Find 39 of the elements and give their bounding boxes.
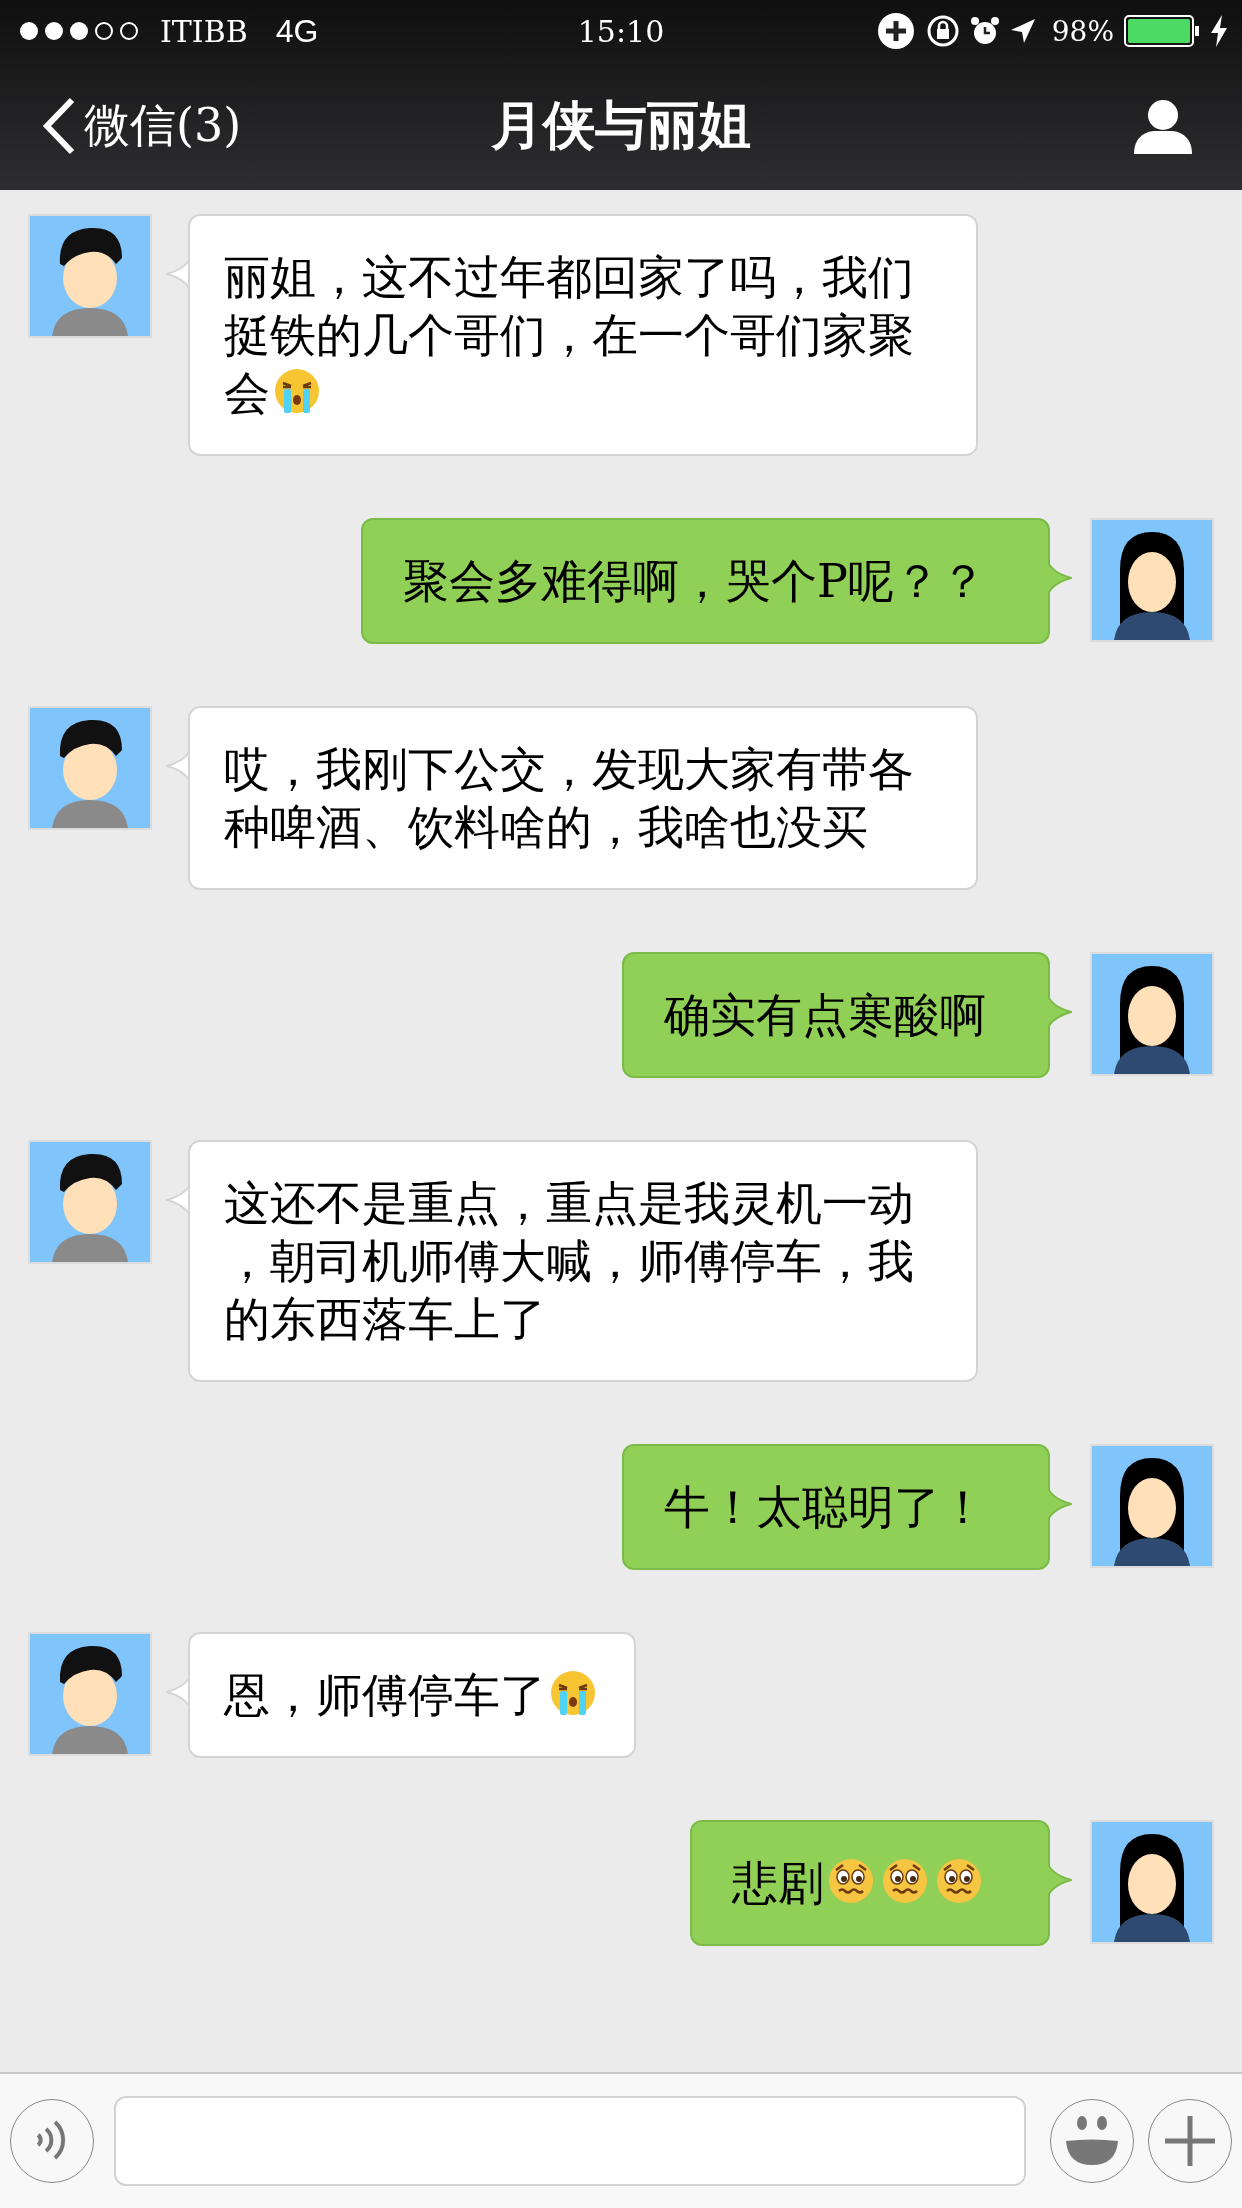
chat-title: 月侠与丽姐 [491, 93, 751, 157]
avatar[interactable] [1090, 1444, 1214, 1568]
chevron-left-icon [42, 97, 76, 155]
location-arrow-icon [1009, 18, 1036, 44]
back-button[interactable]: 微信(3) [42, 95, 242, 157]
crying-face-icon [273, 367, 321, 415]
avatar[interactable] [1090, 1820, 1214, 1944]
message-text: 确实有点寒酸啊 [664, 988, 986, 1042]
message-text: 悲剧 [732, 1856, 824, 1910]
smiley-icon [1064, 2115, 1120, 2167]
avatar[interactable] [1090, 952, 1214, 1076]
worried-face-icon [935, 1857, 983, 1905]
message-text: 恩，师傅停车了 [224, 1668, 546, 1722]
message-text: 这还不是重点，重点是我灵机一动，朝司机师傅大喊，师傅停车，我的东西落车上了 [224, 1176, 914, 1346]
person-icon[interactable] [1134, 98, 1192, 154]
message-text: 丽姐，这不过年都回家了吗，我们挺铁的几个哥们，在一个哥们家聚 [224, 249, 915, 364]
rotation-lock-icon [925, 14, 960, 48]
avatar[interactable] [1090, 518, 1214, 642]
battery-percent: 98% [1051, 14, 1114, 48]
network-type: 4G [275, 12, 319, 50]
avatar[interactable] [28, 1140, 152, 1264]
worried-face-icon [827, 1857, 875, 1905]
plus-icon [1165, 2116, 1215, 2166]
plus-circle-icon [875, 11, 916, 51]
message-input-field[interactable] [114, 2096, 1026, 2186]
message-text: 牛！太聪明了！ [664, 1480, 986, 1534]
clock-time: 15:10 [577, 13, 665, 49]
battery-icon [1124, 15, 1200, 47]
carrier-name: ITIBB [160, 13, 248, 49]
message-text: 会 [224, 366, 270, 420]
avatar[interactable] [28, 706, 152, 830]
worried-face-icon [881, 1857, 929, 1905]
alarm-icon [969, 16, 1000, 46]
message-text: 哎，我刚下公交，发现大家有带各种啤酒、饮料啥的，我啥也没买 [224, 742, 914, 854]
charging-bolt-icon [1210, 15, 1228, 47]
message-text: 聚会多难得啊，哭个P呢？？ [403, 554, 986, 608]
avatar[interactable] [28, 1632, 152, 1756]
crying-face-icon [549, 1669, 597, 1717]
avatar[interactable] [28, 214, 152, 338]
